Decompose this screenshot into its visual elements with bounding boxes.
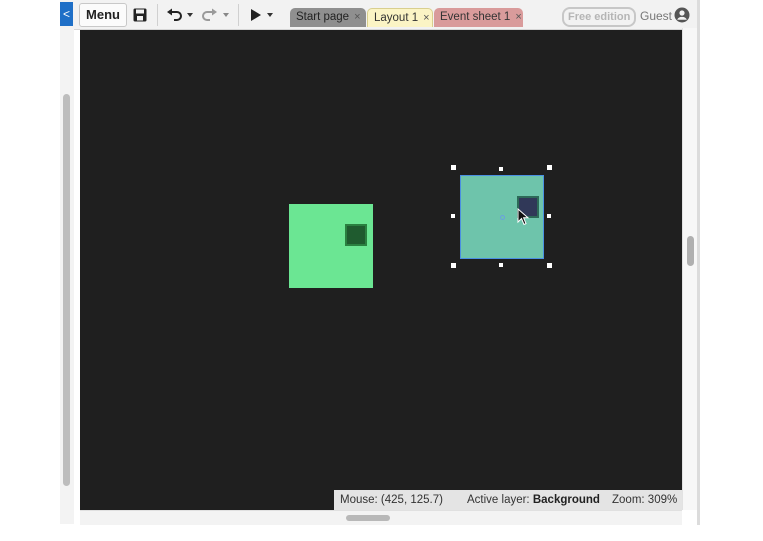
mouse-value: (425, 125.7)	[380, 494, 443, 506]
save-icon[interactable]	[133, 6, 147, 24]
resize-handle-top-left[interactable]	[451, 165, 456, 170]
sprite-inner-square	[345, 224, 367, 246]
redo-icon[interactable]	[200, 6, 218, 24]
active-layer-value: Background	[532, 494, 600, 506]
resize-handle-bottom-left[interactable]	[451, 263, 456, 268]
horizontal-scrollbar[interactable]	[80, 510, 682, 525]
zoom-readout: Zoom: 309%	[612, 490, 677, 510]
origin-point	[500, 215, 505, 220]
sprite-teal-square-selected[interactable]	[460, 175, 544, 259]
resize-handle-right[interactable]	[547, 214, 551, 218]
resize-handle-left[interactable]	[451, 214, 455, 218]
toolbar: < Menu Start page × Layout 1 × Event she…	[60, 0, 700, 30]
layout-canvas[interactable]	[80, 30, 682, 510]
tab-event-sheet-1[interactable]: Event sheet 1 ×	[434, 8, 523, 27]
close-icon[interactable]: ×	[515, 8, 521, 27]
tab-label: Layout 1	[374, 11, 419, 24]
user-name[interactable]: Guest	[640, 9, 672, 23]
window-edge	[697, 0, 700, 525]
redo-history-dropdown-icon[interactable]	[223, 6, 229, 24]
toolbar-divider	[238, 4, 239, 26]
left-panel-scrollbar[interactable]	[60, 28, 74, 524]
resize-handle-bottom-right[interactable]	[547, 263, 552, 268]
close-icon[interactable]: ×	[423, 9, 429, 28]
scrollbar-thumb[interactable]	[346, 515, 390, 521]
toolbar-divider	[157, 4, 158, 26]
resize-handle-bottom[interactable]	[499, 263, 503, 267]
tab-layout-1[interactable]: Layout 1 ×	[367, 8, 433, 27]
undo-icon[interactable]	[166, 6, 184, 24]
zoom-label: Zoom:	[612, 494, 645, 506]
mouse-label: Mouse:	[340, 494, 378, 506]
edition-badge[interactable]: Free edition	[562, 7, 637, 27]
tab-label: Start page	[296, 11, 350, 23]
tab-start-page[interactable]: Start page ×	[290, 8, 366, 27]
play-icon[interactable]	[250, 6, 262, 24]
zoom-value: 309%	[647, 494, 678, 506]
status-bar: Mouse: (425, 125.7) Active layer: Backgr…	[334, 490, 682, 510]
vertical-scrollbar[interactable]	[682, 28, 697, 510]
menu-button[interactable]: Menu	[79, 3, 127, 27]
close-icon[interactable]: ×	[354, 8, 360, 27]
resize-handle-top-right[interactable]	[547, 165, 552, 170]
scrollbar-thumb[interactable]	[687, 236, 694, 266]
active-layer-label: Active layer:	[467, 494, 530, 506]
active-layer-readout: Active layer: Background	[467, 490, 600, 510]
user-account-icon[interactable]	[674, 7, 690, 28]
scrollbar-thumb[interactable]	[63, 94, 70, 486]
mouse-cursor-icon	[517, 207, 530, 231]
sprite-green-square[interactable]	[289, 204, 373, 288]
mouse-position-readout: Mouse: (425, 125.7)	[340, 490, 443, 510]
tab-label: Event sheet 1	[440, 11, 511, 23]
collapse-sidebar-button[interactable]: <	[60, 2, 73, 26]
play-options-dropdown-icon[interactable]	[267, 6, 273, 24]
undo-history-dropdown-icon[interactable]	[187, 6, 193, 24]
resize-handle-top[interactable]	[499, 167, 503, 171]
